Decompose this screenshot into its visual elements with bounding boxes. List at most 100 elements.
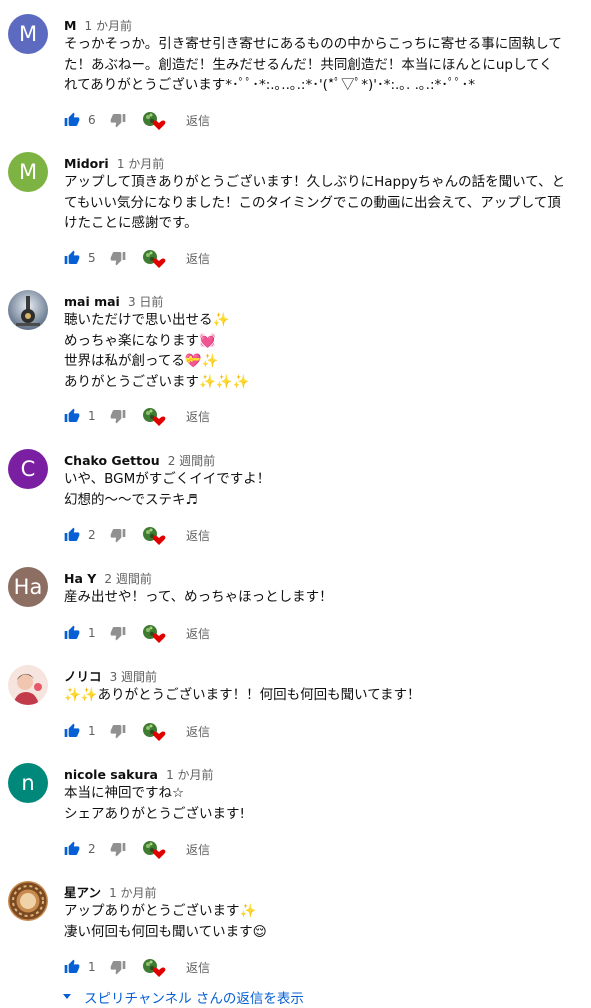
avatar-letter: Ha [13, 575, 43, 599]
like-button[interactable] [64, 527, 80, 543]
like-button[interactable] [64, 625, 80, 641]
comment-time[interactable]: 1 か月前 [109, 886, 156, 900]
comment-text: アップして頂きありがとうございます！久しぶりにHappyちゃんの話を聞いて、とて… [64, 172, 584, 234]
avatar-person-photo[interactable] [8, 665, 48, 705]
thumbs-down-icon [110, 527, 126, 543]
thumbs-down-icon [110, 841, 126, 857]
comment-text: 本当に神回ですね☆ シェアありがとうございます! [64, 783, 584, 824]
comment-time[interactable]: 2 週間前 [104, 572, 151, 586]
thumbs-up-icon [64, 112, 80, 128]
comment-text: 聴いただけで思い出せる✨ めっちゃ楽になります💓 世界は私が創ってる💝✨ ありがとうご… [64, 310, 584, 392]
creator-heart-icon [142, 109, 166, 131]
comment-line: ✨✨ありがとうございます！！何回も何回も聞いてます！ [64, 687, 421, 703]
avatar-wreath-photo[interactable] [8, 881, 48, 921]
creator-heart-icon [142, 956, 166, 978]
thumbs-down-icon [110, 112, 126, 128]
like-button[interactable] [64, 723, 80, 739]
comment-time[interactable]: 3 週間前 [110, 670, 157, 684]
avatar[interactable]: M [8, 152, 48, 192]
thumbs-down-icon [110, 723, 126, 739]
comment-line: 本当に神回ですね☆ [64, 785, 185, 801]
dislike-button[interactable] [110, 959, 126, 975]
dislike-button[interactable] [110, 527, 126, 543]
comment-time[interactable]: 1 か月前 [117, 157, 164, 171]
caret-down-icon [63, 994, 71, 999]
reply-button[interactable]: 返信 [186, 250, 210, 267]
reply-button[interactable]: 返信 [186, 841, 210, 858]
show-replies-label: スピリチャンネル さんの返信を表示 [84, 991, 304, 1007]
dislike-button[interactable] [110, 625, 126, 641]
comment-time[interactable]: 1 か月前 [85, 19, 132, 33]
thumbs-down-icon [110, 959, 126, 975]
comment-author[interactable]: M [64, 18, 76, 33]
avatar-telescope-photo[interactable] [8, 290, 48, 330]
like-button[interactable] [64, 841, 80, 857]
reply-button[interactable]: 返信 [186, 527, 210, 544]
creator-heart-icon [142, 405, 166, 427]
comment-text: アップありがとうございます✨ 凄い何回も何回も聞いています😌 [64, 901, 584, 942]
comment-line: アップありがとうございます✨ [64, 903, 257, 919]
comment-actions: 1 返信 [64, 404, 210, 428]
reply-button[interactable]: 返信 [186, 959, 210, 976]
like-count: 2 [88, 528, 96, 542]
thumbs-up-icon [64, 527, 80, 543]
like-button[interactable] [64, 112, 80, 128]
comment-actions: 6 返信 [64, 108, 210, 132]
dislike-button[interactable] [110, 408, 126, 424]
like-count: 1 [88, 724, 96, 738]
comment-text: ✨✨ありがとうございます！！何回も何回も聞いてます！ [64, 685, 584, 706]
thumbs-up-icon [64, 959, 80, 975]
reply-button[interactable]: 返信 [186, 723, 210, 740]
like-count: 1 [88, 409, 96, 423]
comment-author[interactable]: Chako Gettou [64, 453, 160, 468]
comment-author[interactable]: Ha Y [64, 571, 96, 586]
avatar[interactable]: C [8, 449, 48, 489]
comment-line: 産み出せや！って、めっちゃほっとします！ [64, 589, 333, 605]
avatar-letter: M [18, 160, 38, 184]
comment-line: てもいい気分になりました！このタイミングでこの動画に出会えて、アップして頂 [64, 194, 561, 211]
creator-heart-icon [142, 524, 166, 546]
comment-line: 聴いただけで思い出せる✨ [64, 312, 230, 328]
thumbs-up-icon [64, 250, 80, 266]
avatar-letter: M [18, 22, 38, 46]
comment-author[interactable]: nicole sakura [64, 767, 158, 782]
comment-text: そっかそっか。引き寄せ引き寄せにあるものの中からこっちに寄せる事に固執して た！あ… [64, 34, 584, 96]
like-button[interactable] [64, 250, 80, 266]
comment-line: れてありがとうございます*･ﾟﾟ･*:.｡..｡.:*･'(*ﾟ▽ﾟ*)'･*:… [64, 77, 476, 93]
comment-time[interactable]: 3 日前 [128, 295, 163, 309]
comment-line: 世界は私が創ってる💝✨ [64, 353, 219, 369]
like-button[interactable] [64, 408, 80, 424]
comment-author[interactable]: 星アン [64, 885, 101, 900]
comment-line: シェアありがとうございます! [64, 805, 245, 822]
avatar[interactable]: M [8, 14, 48, 54]
comment-line: ありがとうございます✨✨✨ [64, 373, 250, 390]
comment-author[interactable]: mai mai [64, 294, 120, 309]
comment-text: 産み出せや！って、めっちゃほっとします！ [64, 587, 584, 608]
thumbs-down-icon [110, 408, 126, 424]
comment-author[interactable]: ノリコ [64, 669, 102, 684]
dislike-button[interactable] [110, 841, 126, 857]
reply-button[interactable]: 返信 [186, 408, 210, 425]
like-button[interactable] [64, 959, 80, 975]
comment-actions: 1 返信 [64, 955, 210, 979]
reply-button[interactable]: 返信 [186, 625, 210, 642]
comment-actions: 1 返信 [64, 719, 210, 743]
comment-actions: 5 返信 [64, 246, 210, 270]
like-count: 5 [88, 251, 96, 265]
avatar-letter: n [21, 771, 35, 795]
comment-actions: 2 返信 [64, 523, 210, 547]
comment-author[interactable]: Midori [64, 156, 109, 171]
dislike-button[interactable] [110, 112, 126, 128]
thumbs-up-icon [64, 408, 80, 424]
dislike-button[interactable] [110, 250, 126, 266]
reply-button[interactable]: 返信 [186, 112, 210, 129]
dislike-button[interactable] [110, 723, 126, 739]
comment-time[interactable]: 2 週間前 [168, 454, 215, 468]
comment-line: アップして頂きありがとうございます！久しぶりにHappyちゃんの話を聞いて、と [64, 174, 566, 190]
avatar[interactable]: n [8, 763, 48, 803]
avatar[interactable]: Ha [8, 567, 48, 607]
creator-heart-icon [142, 622, 166, 644]
comment-line: 幻想的〜〜でステキ♬ [64, 491, 198, 508]
comment-time[interactable]: 1 か月前 [166, 768, 213, 782]
show-replies-button[interactable]: スピリチャンネル さんの返信を表示 [62, 986, 304, 1008]
